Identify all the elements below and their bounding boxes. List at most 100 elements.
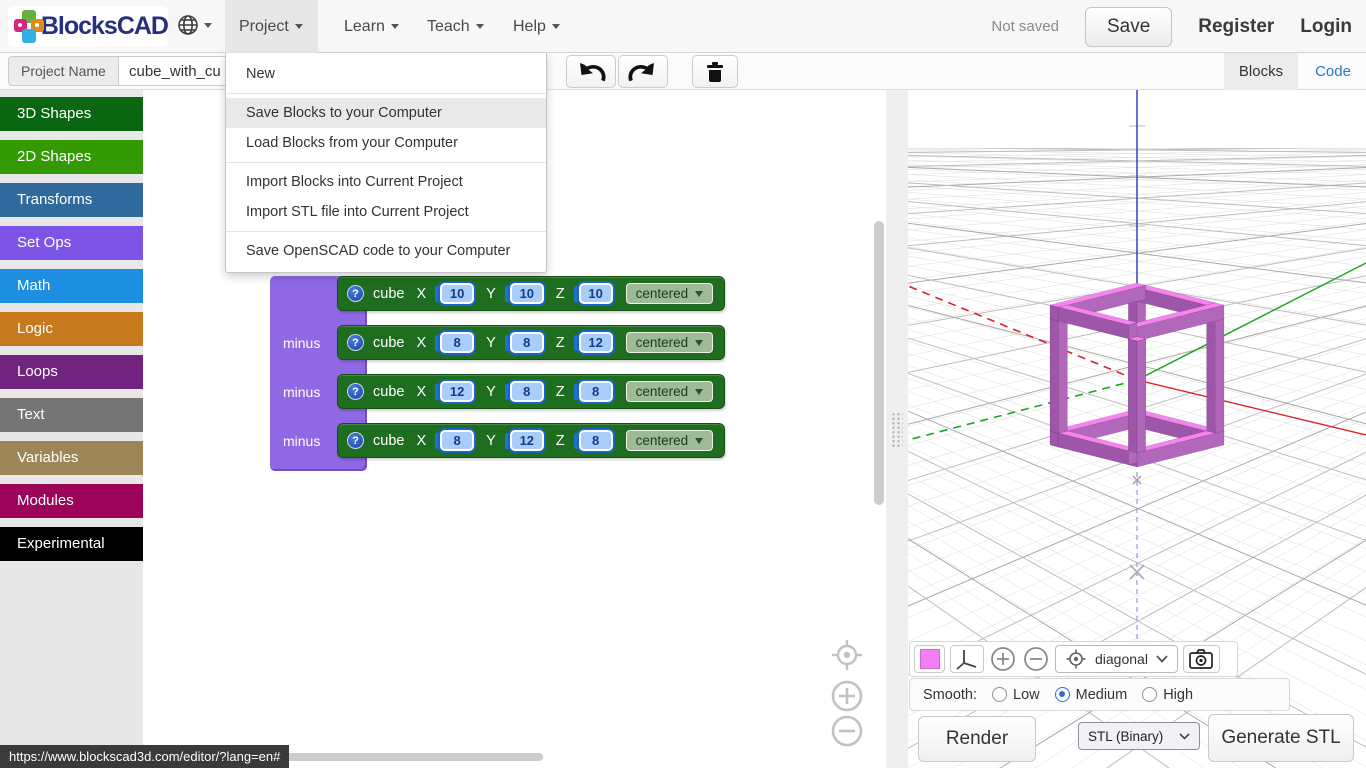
sidebar-item-3d-shapes[interactable]: 3D Shapes [0,97,143,131]
toggle-axes-button[interactable] [950,645,984,673]
sidebar-item-text[interactable]: Text [0,398,143,432]
x-value-field[interactable]: 12 [440,381,474,402]
caret-down-icon [552,24,560,29]
screenshot-button[interactable] [1183,645,1220,673]
color-swatch [920,649,940,669]
language-globe-button[interactable] [176,13,212,37]
workspace-vertical-scrollbar[interactable] [874,221,884,505]
y-value-field[interactable]: 8 [510,332,544,353]
sidebar-item-variables[interactable]: Variables [0,441,143,475]
centered-dropdown[interactable]: centered [626,332,714,353]
y-value-field[interactable]: 8 [510,381,544,402]
sidebar-item-2d-shapes[interactable]: 2D Shapes [0,140,143,174]
splitter-handle[interactable] [891,412,903,448]
block-rows: ?cubeX10Y10Z10centeredminus?cubeX8Y8Z12c… [281,276,725,472]
sidebar-item-transforms[interactable]: Transforms [0,183,143,217]
centered-dropdown[interactable]: centered [626,430,714,451]
save-button[interactable]: Save [1085,7,1172,47]
help-icon[interactable]: ? [347,432,364,449]
sidebar-item-experimental[interactable]: Experimental [0,527,143,561]
tab-code[interactable]: Code [1306,53,1360,90]
viewport-toolbar: diagonal [909,641,1238,677]
sidebar-item-set-ops[interactable]: Set Ops [0,226,143,260]
caret-down-icon [476,24,484,29]
learn-menu-button[interactable]: Learn [330,0,413,53]
y-value-field[interactable]: 10 [510,283,544,304]
trash-button[interactable] [692,55,738,88]
cube-block[interactable]: ?cubeX10Y10Z10centered [337,276,725,311]
login-link[interactable]: Login [1300,16,1352,38]
redo-button[interactable] [618,55,668,88]
z-value-field[interactable]: 12 [579,332,613,353]
undo-button[interactable] [566,55,616,88]
generate-stl-button[interactable]: Generate STL [1208,714,1354,762]
menu-divider [226,162,546,163]
cube-label: cube [373,384,404,400]
dropdown-caret-icon [695,340,703,346]
register-link[interactable]: Register [1198,16,1274,38]
z-param-label: Z [556,286,565,302]
teach-menu-button[interactable]: Teach [413,0,498,53]
sidebar-item-loops[interactable]: Loops [0,355,143,389]
cube-label: cube [373,433,404,449]
workspace-horizontal-scrollbar[interactable] [253,753,543,761]
x-param-label: X [416,286,426,302]
z-value-field[interactable]: 8 [579,430,613,451]
sidebar-item-math[interactable]: Math [0,269,143,303]
x-param-label: X [416,433,426,449]
render-button[interactable]: Render [918,716,1036,762]
zoom-in-button[interactable] [833,682,861,710]
centered-dropdown[interactable]: centered [626,283,714,304]
smooth-radio-medium[interactable]: Medium [1055,687,1128,703]
project-menu-button[interactable]: Project [225,0,318,53]
tab-blocks[interactable]: Blocks [1224,53,1298,90]
chevron-down-icon [1156,655,1168,663]
cube-block[interactable]: ?cubeX12Y8Z8centered [337,374,725,409]
x-value-field[interactable]: 10 [440,283,474,304]
centered-dropdown[interactable]: centered [626,381,714,402]
view-preset-select[interactable]: diagonal [1055,645,1178,673]
viewport-zoom-out-button[interactable] [1022,645,1050,673]
y-param-label: Y [486,384,496,400]
minus-label: minus [281,384,337,400]
smooth-radio-low[interactable]: Low [992,687,1040,703]
menu-item-load-blocks-from-your-computer[interactable]: Load Blocks from your Computer [226,128,546,158]
sidebar-item-logic[interactable]: Logic [0,312,143,346]
minus-label: minus [281,433,337,449]
help-menu-button[interactable]: Help [499,0,574,53]
help-icon[interactable]: ? [347,334,364,351]
cube-block[interactable]: ?cubeX8Y8Z12centered [337,325,725,360]
z-param-label: Z [556,433,565,449]
menu-item-save-blocks-to-your-computer[interactable]: Save Blocks to your Computer [226,98,546,128]
3d-viewport[interactable]: diagonal Smooth: LowMediumHigh Render ST… [908,90,1366,768]
zoom-out-button[interactable] [833,717,861,745]
smooth-radio-high[interactable]: High [1142,687,1193,703]
zoom-reset-button[interactable] [832,640,862,670]
sidebar-item-modules[interactable]: Modules [0,484,143,518]
y-param-label: Y [486,335,496,351]
z-value-field[interactable]: 10 [579,283,613,304]
minus-label: minus [281,335,337,351]
viewport-zoom-in-button[interactable] [989,645,1017,673]
cube-block-row: minus?cubeX8Y12Z8centered [281,423,725,458]
y-value-field[interactable]: 12 [510,430,544,451]
save-status-text: Not saved [991,18,1059,35]
block-category-sidebar: 3D Shapes 2D Shapes Transforms Set Ops Math L… [0,90,143,768]
model-wireframe-cube[interactable] [1050,283,1224,467]
stl-format-select[interactable]: STL (Binary) [1078,722,1200,750]
radio-icon [992,687,1007,702]
x-value-field[interactable]: 8 [440,430,474,451]
x-value-field[interactable]: 8 [440,332,474,353]
menu-item-save-openscad-code-to-your-computer[interactable]: Save OpenSCAD code to your Computer [226,236,546,266]
blockscad-logo[interactable]: BlocksCAD [8,6,168,47]
menu-item-import-blocks-into-current-project[interactable]: Import Blocks into Current Project [226,167,546,197]
help-icon[interactable]: ? [347,285,364,302]
z-param-label: Z [556,384,565,400]
help-icon[interactable]: ? [347,383,364,400]
z-value-field[interactable]: 8 [579,381,613,402]
cube-block[interactable]: ?cubeX8Y12Z8centered [337,423,725,458]
menu-item-new[interactable]: New [226,59,546,89]
menu-item-import-stl-file-into-current-project[interactable]: Import STL file into Current Project [226,197,546,227]
panel-splitter[interactable] [886,90,908,768]
model-color-button[interactable] [914,645,945,673]
